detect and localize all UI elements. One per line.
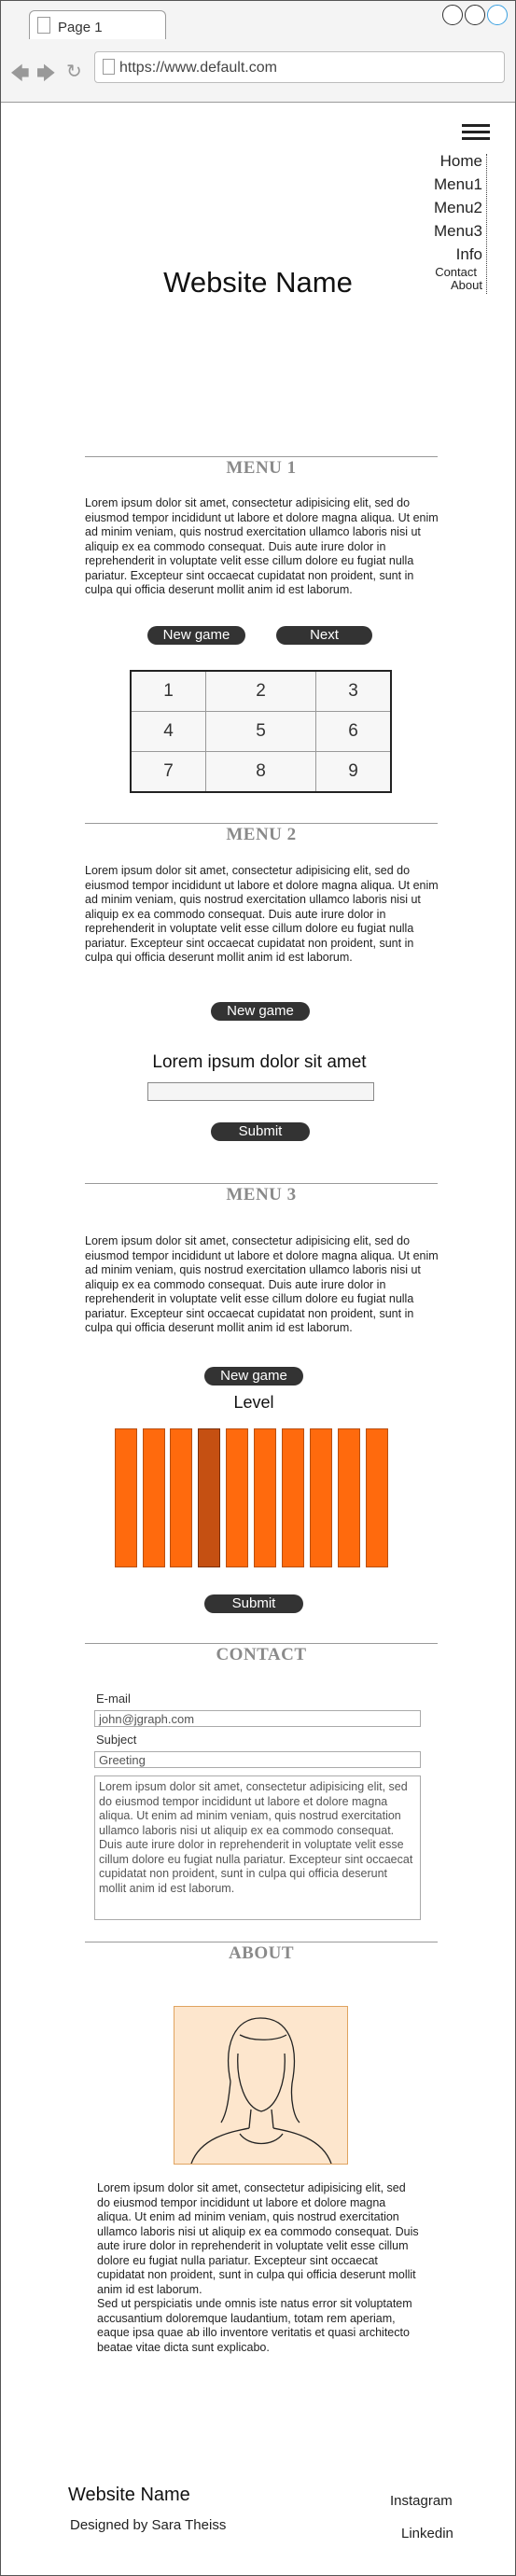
email-label: E-mail (96, 1692, 131, 1706)
contact-heading: CONTACT (216, 1645, 307, 1664)
menu2-heading: MENU 2 (226, 825, 297, 844)
level-bar[interactable] (143, 1428, 165, 1567)
email-field[interactable]: john@jgraph.com (94, 1710, 421, 1727)
subject-field[interactable]: Greeting (94, 1751, 421, 1768)
number-grid: 1 2 3 4 5 6 7 8 9 (130, 670, 392, 793)
prompt-input[interactable] (147, 1082, 374, 1101)
nav-item-home[interactable]: Home (434, 149, 482, 173)
refresh-icon[interactable]: ↻ (66, 60, 82, 83)
level-label: Level (233, 1393, 274, 1412)
section-divider (85, 456, 438, 457)
section-divider (85, 823, 438, 824)
grid-cell[interactable]: 9 (315, 750, 392, 793)
next-button[interactable]: Next (276, 626, 372, 645)
level-bar[interactable] (226, 1428, 248, 1567)
window-button-icon[interactable] (487, 5, 508, 25)
menu3-text: Lorem ipsum dolor sit amet, consectetur … (85, 1234, 439, 1334)
menu1-heading: MENU 1 (226, 458, 297, 478)
page-icon (37, 17, 50, 34)
grid-cell[interactable]: 4 (130, 711, 206, 752)
new-game-button[interactable]: New game (147, 626, 245, 645)
tab-title: Page 1 (58, 20, 103, 35)
url-text: https://www.default.com (119, 60, 277, 76)
grid-cell[interactable]: 6 (315, 711, 392, 752)
window-button-icon[interactable] (442, 5, 463, 25)
about-text-main: Lorem ipsum dolor sit amet, consectetur … (97, 2181, 419, 2296)
new-game-button[interactable]: New game (204, 1367, 303, 1385)
back-arrow-icon[interactable]: 🡄 (10, 60, 30, 91)
grid-cell[interactable]: 8 (205, 750, 316, 793)
hamburger-menu-icon[interactable] (462, 124, 490, 144)
submit-button[interactable]: Submit (211, 1122, 310, 1141)
new-game-button[interactable]: New game (211, 1002, 310, 1021)
menu1-text: Lorem ipsum dolor sit amet, consectetur … (85, 496, 439, 596)
footer-site-name: Website Name (68, 2485, 190, 2505)
submit-button[interactable]: Submit (204, 1594, 303, 1613)
browser-nav-row: 🡄 🡆 ↻ https://www.default.com (1, 46, 515, 89)
menu3-heading: MENU 3 (226, 1185, 297, 1204)
nav-item-menu2[interactable]: Menu2 (434, 196, 482, 219)
about-text-extra: Sed ut perspiciatis unde omnis iste natu… (97, 2297, 412, 2354)
about-text: Lorem ipsum dolor sit amet, consectetur … (97, 2181, 419, 2355)
instagram-link[interactable]: Instagram (390, 2493, 453, 2509)
section-divider (85, 1183, 438, 1184)
menu2-text: Lorem ipsum dolor sit amet, consectetur … (85, 864, 439, 964)
subject-label: Subject (96, 1733, 137, 1747)
linkedin-link[interactable]: Linkedin (401, 2526, 453, 2541)
level-bar[interactable] (170, 1428, 192, 1567)
forward-arrow-icon[interactable]: 🡆 (36, 60, 56, 91)
level-bar[interactable] (254, 1428, 276, 1567)
site-title: Website Name (163, 266, 353, 299)
nav-item-menu1[interactable]: Menu1 (434, 173, 482, 196)
grid-cell[interactable]: 2 (205, 670, 316, 713)
message-textarea[interactable]: Lorem ipsum dolor sit amet, consectetur … (94, 1775, 421, 1920)
avatar (174, 2006, 348, 2165)
nav-item-menu3[interactable]: Menu3 (434, 219, 482, 243)
grid-cell[interactable]: 3 (315, 670, 392, 713)
level-bar[interactable] (282, 1428, 304, 1567)
grid-cell[interactable]: 7 (130, 750, 206, 793)
grid-cell[interactable]: 1 (130, 670, 206, 713)
footer-credit: Designed by Sara Theiss (70, 2517, 227, 2533)
section-divider (85, 1643, 438, 1644)
page-icon (103, 59, 115, 75)
level-bar[interactable] (310, 1428, 332, 1567)
grid-cell[interactable]: 5 (205, 711, 316, 752)
about-heading: ABOUT (228, 1943, 295, 1963)
level-bar[interactable] (366, 1428, 388, 1567)
prompt-label: Lorem ipsum dolor sit amet (152, 1052, 367, 1072)
browser-chrome: Page 1 🡄 🡆 ↻ https://www.default.com (1, 1, 515, 103)
browser-tab[interactable]: Page 1 (29, 10, 166, 39)
level-bar[interactable] (338, 1428, 360, 1567)
window-button-icon[interactable] (465, 5, 485, 25)
person-icon (190, 2017, 332, 2165)
level-bar-selected[interactable] (198, 1428, 220, 1567)
address-bar[interactable]: https://www.default.com (94, 51, 505, 83)
nav-item-info[interactable]: Info (434, 243, 482, 266)
level-bar[interactable] (115, 1428, 137, 1567)
